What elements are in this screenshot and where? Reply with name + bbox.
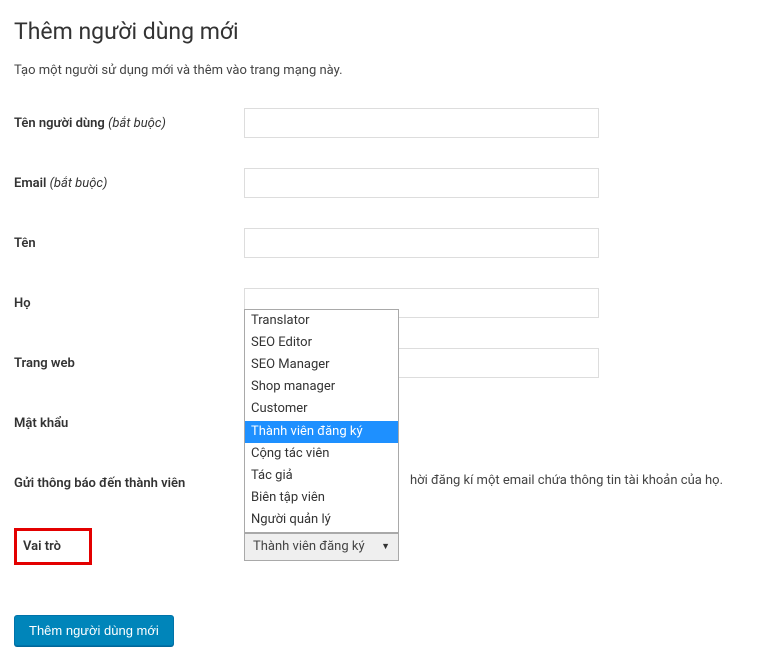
page-title: Thêm người dùng mới [14, 18, 759, 45]
row-username: Tên người dùng (bắt buộc) [14, 108, 759, 138]
role-select[interactable]: Thành viên đăng ký [244, 533, 399, 561]
role-option[interactable]: Customer [245, 398, 398, 420]
notification-partial-text: hời đăng kí một email chứa thông tin tài… [410, 473, 723, 488]
role-select-value: Thành viên đăng ký [253, 539, 365, 554]
submit-button[interactable]: Thêm người dùng mới [14, 615, 174, 646]
role-option[interactable]: SEO Manager [245, 354, 398, 376]
email-required: (bắt buộc) [50, 176, 108, 191]
role-label-highlight: Vai trò [14, 528, 92, 565]
website-label: Trang web [14, 356, 244, 371]
role-option[interactable]: Biên tập viên [245, 487, 398, 509]
email-field[interactable] [244, 168, 599, 198]
password-label: Mật khẩu [14, 416, 244, 431]
role-dropdown-listbox[interactable]: TranslatorSEO EditorSEO ManagerShop mana… [244, 309, 399, 533]
username-field[interactable] [244, 108, 599, 138]
row-email: Email (bắt buộc) [14, 168, 759, 198]
row-firstname: Tên [14, 228, 759, 258]
role-option[interactable]: Shop manager [245, 376, 398, 398]
role-option[interactable]: Người quản lý [245, 509, 398, 531]
firstname-field[interactable] [244, 228, 599, 258]
role-label: Vai trò [23, 539, 61, 554]
username-label-text: Tên người dùng [14, 116, 108, 131]
role-option[interactable]: Tác giả [245, 465, 398, 487]
row-role: Vai trò TranslatorSEO EditorSEO ManagerS… [14, 528, 759, 565]
role-option[interactable]: Translator [245, 310, 398, 332]
username-required: (bắt buộc) [108, 116, 166, 131]
role-option[interactable]: Thành viên đăng ký [245, 421, 398, 443]
role-option[interactable]: Cộng tác viên [245, 443, 398, 465]
email-label: Email (bắt buộc) [14, 176, 244, 191]
lastname-label: Họ [14, 296, 244, 311]
role-option[interactable]: SEO Editor [245, 332, 398, 354]
username-label: Tên người dùng (bắt buộc) [14, 116, 244, 131]
firstname-label: Tên [14, 236, 244, 251]
page-description: Tạo một người sử dụng mới và thêm vào tr… [14, 63, 759, 78]
notification-label: Gửi thông báo đến thành viên [14, 476, 244, 491]
email-label-text: Email [14, 176, 50, 191]
